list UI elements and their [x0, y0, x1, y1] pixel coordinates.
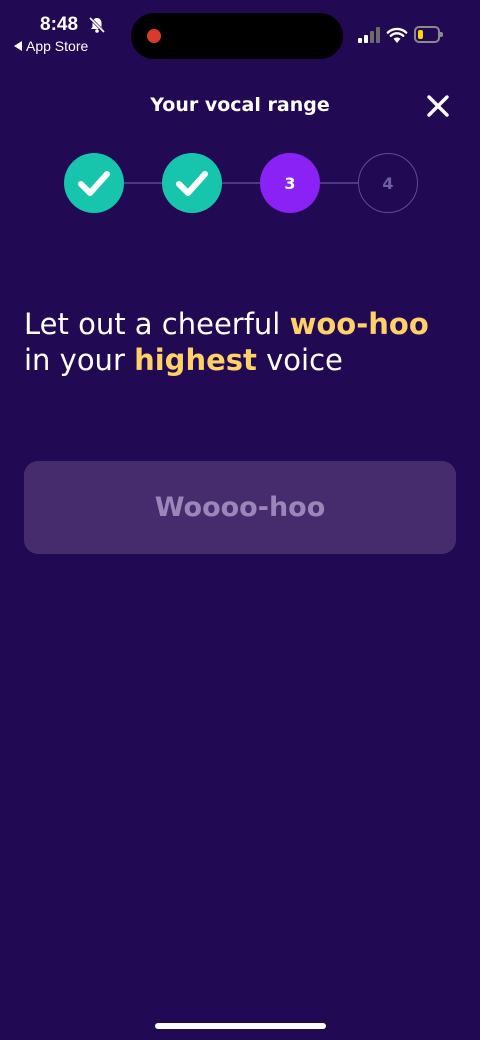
step-connector	[320, 182, 358, 184]
wifi-icon	[386, 27, 408, 43]
step-3-current: 3	[260, 153, 320, 213]
recording-indicator-icon	[147, 29, 161, 43]
checkmark-icon	[176, 171, 208, 196]
response-placeholder: Woooo-hoo	[154, 492, 326, 523]
step-connector	[124, 182, 162, 184]
close-button[interactable]	[420, 88, 456, 124]
dynamic-island	[131, 13, 343, 59]
progress-stepper: 3 4	[0, 152, 480, 214]
bell-off-icon	[88, 16, 106, 34]
step-2-complete	[162, 153, 222, 213]
step-1-complete	[64, 153, 124, 213]
battery-level	[418, 30, 423, 39]
instruction-prompt: Let out a cheerful woo-hoo in your highe…	[24, 306, 464, 378]
home-indicator[interactable]	[155, 1023, 326, 1029]
prompt-highlight-woo-hoo: woo-hoo	[289, 307, 429, 341]
status-bar: 8:48 App Store	[0, 0, 480, 64]
signal-icon	[358, 27, 380, 43]
battery-icon	[414, 26, 443, 43]
step-connector	[222, 182, 260, 184]
prompt-highlight-highest: highest	[134, 343, 257, 377]
prompt-text: Let out a cheerful	[24, 307, 290, 341]
back-arrow-icon	[14, 41, 22, 51]
back-app-label: App Store	[26, 38, 89, 54]
prompt-text: voice	[256, 343, 343, 377]
status-time: 8:48	[40, 14, 79, 35]
back-to-app-store[interactable]: App Store	[14, 38, 88, 54]
close-icon	[427, 95, 449, 117]
prompt-text: in your	[24, 343, 135, 377]
page-title: Your vocal range	[150, 94, 330, 116]
checkmark-icon	[78, 171, 110, 196]
response-field[interactable]: Woooo-hoo	[24, 461, 456, 554]
step-4-pending: 4	[358, 153, 418, 213]
